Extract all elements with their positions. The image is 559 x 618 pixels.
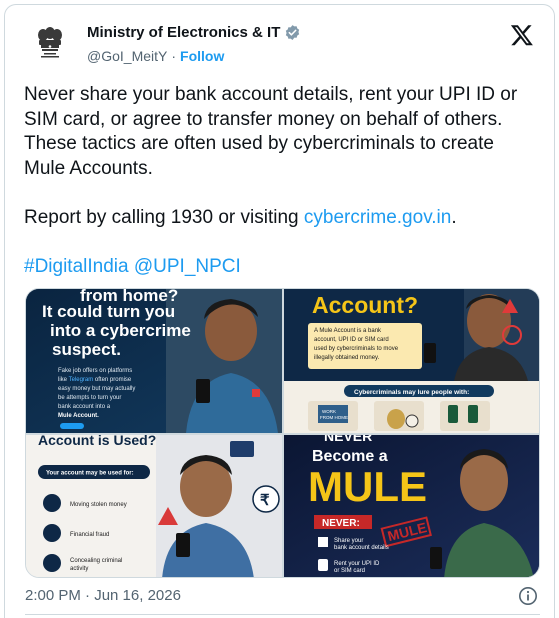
x-logo-icon[interactable] bbox=[510, 23, 534, 47]
report-suffix: . bbox=[451, 206, 457, 228]
img4-mule: MULE bbox=[308, 463, 427, 510]
tweet-timestamp[interactable]: 2:00 PM · Jun 16, 2026 bbox=[25, 587, 181, 604]
img4-item2b: or SIM card bbox=[334, 568, 365, 574]
tweet-card: Ministry of Electronics & IT @GoI_MeitY … bbox=[4, 4, 555, 618]
img1-line4: suspect. bbox=[52, 340, 121, 359]
img1-body2: like Telegram often promise bbox=[58, 377, 132, 383]
separator-dot: · bbox=[171, 48, 177, 64]
tweet-paragraph: Never share your bank account details, r… bbox=[24, 84, 518, 179]
media-image-2-art: Account? A Mule Account is a bank accoun… bbox=[284, 289, 539, 433]
img2-lure: Cybercriminals may lure people with: bbox=[354, 389, 469, 396]
media-image-3-art: Account is Used? Your account may be use… bbox=[26, 435, 282, 577]
emblem-icon[interactable] bbox=[35, 27, 65, 63]
img3-rupee: ₹ bbox=[260, 492, 270, 509]
img3-item3a: Concealing criminal bbox=[70, 558, 122, 564]
img2-body4: illegally obtained money. bbox=[314, 355, 380, 361]
handle-row: @GoI_MeitY · Follow bbox=[87, 48, 224, 64]
follow-button[interactable]: Follow bbox=[180, 48, 224, 64]
img1-body3: easy money but may actually bbox=[58, 386, 135, 392]
hashtag-link[interactable]: #DigitalIndia bbox=[24, 256, 129, 277]
tweet-tags: #DigitalIndia @UPI_NPCI bbox=[24, 255, 540, 280]
account-handle[interactable]: @GoI_MeitY bbox=[87, 48, 167, 64]
media-image-2[interactable]: Account? A Mule Account is a bank accoun… bbox=[284, 289, 539, 433]
img3-item3b: activity bbox=[70, 566, 88, 572]
media-image-3[interactable]: Account is Used? Your account may be use… bbox=[26, 435, 282, 577]
account-name[interactable]: Ministry of Electronics & IT bbox=[87, 24, 280, 41]
img1-body1: Fake job offers on platforms bbox=[58, 368, 132, 374]
img2-body3: used by cybercriminals to move bbox=[314, 346, 399, 352]
img4-item2a: Rent your UPI ID bbox=[334, 561, 380, 567]
media-image-4-art: NEVER Become a MULE MULE NEVER: Share yo… bbox=[284, 435, 539, 577]
img3-item2: Financial fraud bbox=[70, 532, 109, 538]
img1-line2: It could turn you bbox=[42, 302, 175, 321]
img4-item1a: Share your bbox=[334, 538, 363, 544]
media-image-1-art: from home? It could turn you into a cybe… bbox=[26, 289, 282, 433]
info-icon[interactable] bbox=[518, 586, 538, 606]
verified-badge-icon bbox=[286, 25, 300, 40]
img1-line3: into a cybercrime bbox=[50, 321, 191, 340]
img4-item1b: bank account details bbox=[334, 545, 389, 551]
img3-title: Account is Used? bbox=[38, 435, 156, 448]
img2-body2: account, UPI ID or SIM card bbox=[314, 337, 389, 343]
report-prefix: Report by calling 1930 or visiting bbox=[24, 206, 304, 228]
img3-item1: Moving stolen money bbox=[70, 502, 127, 508]
img1-body4: be attempts to turn your bbox=[58, 395, 121, 401]
tweet-report-line: Report by calling 1930 or visiting cyber… bbox=[24, 206, 540, 231]
img2-title: Account? bbox=[312, 292, 418, 318]
img2-body1: A Mule Account is a bank bbox=[314, 328, 382, 334]
tweet-text: Never share your bank account details, r… bbox=[24, 83, 540, 279]
account-name-row: Ministry of Electronics & IT bbox=[87, 24, 301, 41]
img1-body5: bank account into a bbox=[58, 404, 111, 410]
img2-laptop2: FROM HOME bbox=[320, 415, 348, 420]
tweet-header: Ministry of Electronics & IT @GoI_MeitY … bbox=[21, 19, 540, 67]
img4-never: NEVER: bbox=[322, 518, 360, 529]
mention-link[interactable]: @UPI_NPCI bbox=[134, 256, 241, 277]
media-image-1[interactable]: from home? It could turn you into a cybe… bbox=[26, 289, 282, 433]
img4-never-top: NEVER bbox=[324, 435, 372, 444]
media-grid: from home? It could turn you into a cybe… bbox=[25, 288, 540, 578]
media-image-4[interactable]: NEVER Become a MULE MULE NEVER: Share yo… bbox=[284, 435, 539, 577]
img2-laptop1: WORK bbox=[322, 409, 336, 414]
cybercrime-link[interactable]: cybercrime.gov.in bbox=[304, 207, 451, 228]
divider bbox=[25, 614, 540, 615]
img3-banner: Your account may be used for: bbox=[46, 471, 134, 477]
img1-body6: Mule Account. bbox=[58, 413, 99, 419]
